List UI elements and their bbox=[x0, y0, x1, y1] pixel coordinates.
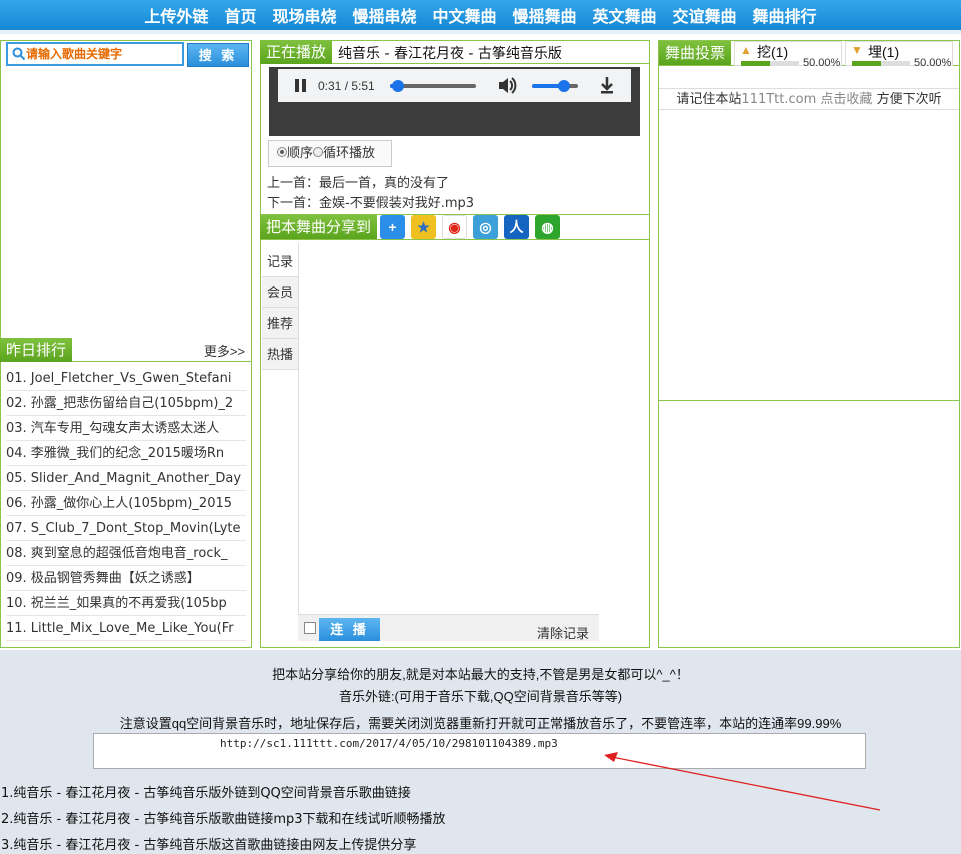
search-icon bbox=[12, 47, 26, 61]
vote-dig-label: 挖(1) bbox=[757, 44, 789, 60]
nav-upload-link[interactable]: 上传外链 bbox=[136, 3, 216, 27]
vote-bury-bar bbox=[852, 61, 910, 66]
ranking-item[interactable]: 06. 孙露_做你心上人(105bpm)_2015 bbox=[6, 491, 246, 516]
nav-home[interactable]: 首页 bbox=[216, 3, 264, 27]
next-track[interactable]: 下一首：金娱-不要假装对我好.mp3 bbox=[267, 194, 474, 214]
tab-hot[interactable]: 热播 bbox=[262, 339, 298, 370]
search-box bbox=[6, 42, 184, 66]
audio-player: 0:31 / 5:51 bbox=[278, 69, 631, 102]
nav-live-medley[interactable]: 现场串烧 bbox=[264, 3, 344, 27]
vote-bury-label: 埋(1) bbox=[868, 44, 900, 60]
nav-divider bbox=[0, 30, 961, 34]
now-playing-header: 正在播放 纯音乐 - 春江花月夜 - 古筝纯音乐版 bbox=[260, 40, 649, 64]
download-icon[interactable] bbox=[596, 69, 618, 102]
vote-dig-percent: 50.00% bbox=[803, 57, 841, 69]
note-text-end: 方便下次听 bbox=[876, 92, 942, 107]
ranking-item[interactable]: 05. Slider_And_Magnit_Another_Day bbox=[6, 466, 246, 491]
tab-history[interactable]: 记录 bbox=[262, 246, 298, 277]
song-link-2[interactable]: 2.纯音乐 - 春江花月夜 - 古筝纯音乐版歌曲链接mp3下载和在线试听顺畅播放 bbox=[1, 808, 446, 827]
seek-bar[interactable] bbox=[390, 79, 476, 92]
ranking-header: 昨日排行 更多>> bbox=[0, 338, 251, 362]
nav-english-dance[interactable]: 英文舞曲 bbox=[585, 3, 665, 27]
nav-slow-medley[interactable]: 慢摇串烧 bbox=[344, 3, 424, 27]
song-link-3[interactable]: 3.纯音乐 - 春江花月夜 - 古筝纯音乐版这首歌曲链接由网友上传提供分享 bbox=[1, 834, 416, 853]
share-message: 把本站分享给你的朋友,就是对本站最大的支持,不管是男是女都可以^_^！ bbox=[272, 667, 689, 682]
ranking-item[interactable]: 10. 祝兰兰_如果真的不再爱我(105bp bbox=[6, 591, 246, 616]
note-text: 请记住本站 bbox=[676, 92, 742, 107]
ranking-item[interactable]: 01. Joel_Fletcher_Vs_Gwen_Stefani bbox=[6, 366, 246, 391]
side-tabs: 记录 会员 推荐 热播 bbox=[262, 246, 298, 370]
volume-icon[interactable] bbox=[496, 69, 518, 102]
playback-time: 0:31 / 5:51 bbox=[318, 78, 375, 93]
bookmark-link[interactable]: 点击收藏 bbox=[820, 92, 872, 107]
thumbs-down-icon: ▼ bbox=[851, 43, 863, 57]
tab-recommend[interactable]: 推荐 bbox=[262, 308, 298, 339]
share-wechat-icon[interactable]: ◍ bbox=[535, 215, 560, 239]
play-mode-box: 顺序 循环播放 bbox=[268, 140, 392, 167]
right-divider bbox=[659, 400, 959, 401]
ranking-item[interactable]: 11. Little_Mix_Love_Me_Like_You(Fr bbox=[6, 616, 246, 641]
search-button[interactable]: 搜 索 bbox=[187, 43, 249, 67]
song-link-1[interactable]: 1.纯音乐 - 春江花月夜 - 古筝纯音乐版外链到QQ空间背景音乐歌曲链接 bbox=[1, 782, 411, 801]
thumbs-up-icon: ▲ bbox=[740, 43, 752, 57]
share-plus-icon[interactable]: + bbox=[380, 215, 405, 239]
radio-order[interactable] bbox=[277, 147, 287, 157]
radio-loop-label: 循环播放 bbox=[323, 146, 376, 161]
share-tencent-weibo-icon[interactable]: ◎ bbox=[473, 215, 498, 239]
vote-bury[interactable]: ▼ 埋(1) 50.00% bbox=[845, 41, 953, 69]
previous-track[interactable]: 上一首：最后一首，真的没有了 bbox=[267, 174, 474, 194]
note-site: 111Ttt.com bbox=[741, 92, 817, 107]
vote-bury-percent: 50.00% bbox=[914, 57, 952, 69]
ranking-item[interactable]: 02. 孙露_把悲伤留给自己(105bpm)_2 bbox=[6, 391, 246, 416]
share-weibo-icon[interactable]: ◉ bbox=[442, 215, 467, 239]
ranking-item[interactable]: 03. 汽车专用_勾魂女声太诱惑太迷人 bbox=[6, 416, 246, 441]
radio-loop[interactable] bbox=[313, 147, 324, 157]
clear-history-link[interactable]: 清除记录 bbox=[537, 623, 589, 642]
top-navigation: 上传外链 首页 现场串烧 慢摇串烧 中文舞曲 慢摇舞曲 英文舞曲 交谊舞曲 舞曲… bbox=[0, 0, 961, 30]
ranking-more-link[interactable]: 更多>> bbox=[204, 341, 245, 360]
ranking-item[interactable]: 08. 爽到窒息的超强低音炮电音_rock_ bbox=[6, 541, 246, 566]
now-playing-title: 纯音乐 - 春江花月夜 - 古筝纯音乐版 bbox=[338, 46, 562, 62]
search-input[interactable] bbox=[26, 47, 176, 61]
volume-slider[interactable] bbox=[532, 79, 578, 92]
external-link-heading: 音乐外链:(可用于音乐下载,QQ空间背景音乐等等) bbox=[338, 689, 623, 704]
mp3-url-textarea[interactable]: http://sc1.111ttt.com/2017/4/05/10/29810… bbox=[93, 733, 866, 769]
history-list bbox=[298, 243, 599, 614]
nav-ballroom-dance[interactable]: 交谊舞曲 bbox=[665, 3, 745, 27]
ranking-item[interactable]: 04. 李雅微_我们的纪念_2015暖场Rn bbox=[6, 441, 246, 466]
now-playing-label: 正在播放 bbox=[260, 40, 333, 64]
share-qzone-icon[interactable]: ★ bbox=[411, 215, 436, 239]
share-label: 把本舞曲分享到 bbox=[260, 215, 378, 239]
ranking-item[interactable]: 09. 极品钢管秀舞曲【妖之诱惑】 bbox=[6, 566, 246, 591]
qq-notice: 注意设置qq空间背景音乐时，地址保存后，需要关闭浏览器重新打开就可正常播放音乐了… bbox=[119, 716, 842, 731]
share-renren-icon[interactable]: 人 bbox=[504, 215, 529, 239]
ranking-title: 昨日排行 bbox=[0, 338, 73, 362]
prev-next-info: 上一首：最后一首，真的没有了 下一首：金娱-不要假装对我好.mp3 bbox=[267, 174, 474, 214]
ranking-item[interactable]: 07. S_Club_7_Dont_Stop_Movin(Lyte bbox=[6, 516, 246, 541]
vote-dig-bar bbox=[741, 61, 799, 66]
radio-order-label: 顺序 bbox=[287, 146, 314, 161]
vote-title: 舞曲投票 bbox=[659, 41, 732, 65]
bookmark-note: 请记住本站111Ttt.com 点击收藏 方便下次听 bbox=[659, 88, 959, 110]
nav-ranking[interactable]: 舞曲排行 bbox=[745, 3, 825, 27]
share-icons: + ★ ◉ ◎ 人 ◍ bbox=[380, 215, 560, 239]
ranking-list: 01. Joel_Fletcher_Vs_Gwen_Stefani 02. 孙露… bbox=[6, 366, 246, 641]
select-all-checkbox[interactable] bbox=[304, 622, 316, 634]
nav-chinese-dance[interactable]: 中文舞曲 bbox=[424, 3, 504, 27]
right-panel bbox=[658, 40, 960, 648]
vote-dig[interactable]: ▲ 挖(1) 50.00% bbox=[734, 41, 842, 69]
pause-icon[interactable] bbox=[286, 69, 316, 102]
nav-slow-dance[interactable]: 慢摇舞曲 bbox=[505, 3, 585, 27]
continuous-play-button[interactable]: 连 播 bbox=[319, 618, 380, 641]
tab-members[interactable]: 会员 bbox=[262, 277, 298, 308]
